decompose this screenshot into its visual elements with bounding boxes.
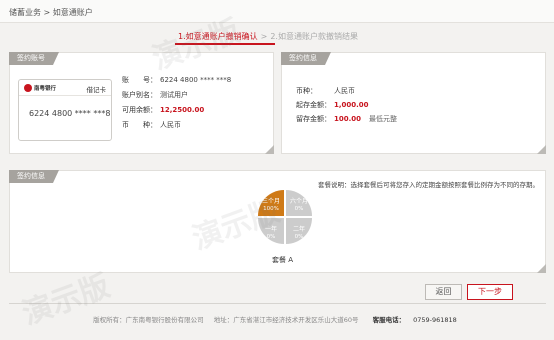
signing-info-tag: 签约信息	[281, 52, 331, 65]
footer-address: 地址：广东省湛江市经济技术开发区乐山大道60号	[213, 316, 359, 324]
package-description: 套餐说明：选择套餐后可将您存入的定期金额按照套餐比例存为不同的存期。	[318, 181, 539, 189]
card-type: 借记卡	[86, 86, 107, 94]
retained-amount-note: 最低元整	[369, 115, 398, 123]
quadrant-three-months-name: 三个月	[261, 198, 280, 205]
quadrant-two-years-percent: 0%	[294, 234, 304, 240]
account-alias-value: 测试用户	[160, 91, 188, 99]
min-deposit-row: 起存金额： 1,000.00	[296, 100, 369, 110]
step-2: 2.如意通账户款撤销结果	[270, 32, 358, 41]
available-balance-label: 可用余额：	[122, 106, 157, 114]
footer-phone-label: 客服电话：	[372, 316, 406, 324]
info-currency-row: 币种： 人民币	[296, 86, 355, 96]
account-alias-label: 账户别名：	[122, 91, 157, 99]
step-indicator: 1.如意通账户撤销确认 >2.如意通账户款撤销结果	[178, 31, 358, 42]
footer-copyright: 版权所有：广东南粤银行股份有限公司	[93, 316, 204, 324]
card-number: 6224 4800 **** ***8	[29, 109, 111, 118]
package-panel: 签约信息 套餐说明：选择套餐后可将您存入的定期金额按照套餐比例存为不同的存期。 …	[9, 170, 546, 273]
back-button[interactable]: 返回	[425, 284, 462, 300]
package-panel-tag: 签约信息	[9, 170, 59, 183]
currency-value: 人民币	[160, 121, 181, 129]
retained-amount-row: 留存金额： 100.00 最低元整	[296, 114, 397, 124]
account-number-row: 账 号： 6224 4800 **** ***8	[122, 75, 231, 85]
retained-amount-label: 留存金额：	[296, 115, 331, 123]
available-balance-value: 12,2500.00	[160, 106, 205, 114]
info-currency-value: 人民币	[334, 87, 355, 95]
package-name: 套餐 A	[272, 256, 294, 264]
step-separator: >	[260, 32, 268, 41]
account-number-value: 6224 4800 **** ***8	[160, 76, 232, 84]
footer-phone: 0759-961818	[413, 316, 457, 324]
signing-info-panel: 签约信息 币种： 人民币 起存金额： 1,000.00 留存金额： 100.00 最低元…	[281, 52, 546, 154]
bank-logo-icon	[24, 84, 32, 92]
footer: 版权所有：广东南粤银行股份有限公司 地址：广东省湛江市经济技术开发区乐山大道60…	[0, 314, 554, 324]
step-1-current: 1.如意通账户撤销确认	[178, 32, 258, 41]
available-balance-row: 可用余额： 12,2500.00	[122, 105, 204, 115]
breadcrumb: 储蓄业务 > 如意通账户	[9, 8, 93, 17]
quadrant-three-months[interactable]: 三个月 100%	[258, 190, 284, 216]
account-number-label: 账 号：	[122, 76, 157, 84]
quadrant-six-months-percent: 0%	[294, 206, 304, 212]
quadrant-one-year[interactable]: 一年 0%	[258, 218, 284, 244]
retained-amount-value: 100.00	[334, 115, 362, 123]
quadrant-six-months[interactable]: 六个月 0%	[286, 190, 312, 216]
quadrant-one-year-name: 一年	[264, 226, 277, 233]
quadrant-six-months-name: 六个月	[289, 198, 308, 205]
footer-divider	[9, 303, 546, 304]
quadrant-one-year-percent: 0%	[266, 234, 276, 240]
min-deposit-label: 起存金额：	[296, 101, 331, 109]
bank-card: 南粤银行 借记卡 6224 4800 **** ***8	[18, 79, 112, 141]
account-panel: 签约账号 南粤银行 借记卡 6224 4800 **** ***8 账 号： 62…	[9, 52, 274, 154]
currency-row: 币 种： 人民币	[122, 120, 181, 130]
top-bar: 储蓄业务 > 如意通账户	[0, 0, 554, 23]
account-panel-tag: 签约账号	[9, 52, 59, 65]
quadrant-three-months-percent: 100%	[263, 206, 279, 212]
next-button[interactable]: 下一步	[467, 284, 513, 300]
account-alias-row: 账户别名： 测试用户	[122, 90, 188, 100]
quadrant-two-years-name: 二年	[292, 226, 305, 233]
currency-label: 币 种：	[122, 121, 157, 129]
min-deposit-value: 1,000.00	[334, 101, 369, 109]
bank-name: 南粤银行	[34, 86, 57, 92]
bank-card-header: 南粤银行 借记卡	[19, 80, 111, 96]
step-underline	[175, 43, 275, 45]
quadrant-two-years[interactable]: 二年 0%	[286, 218, 312, 244]
info-currency-label: 币种：	[296, 87, 317, 95]
